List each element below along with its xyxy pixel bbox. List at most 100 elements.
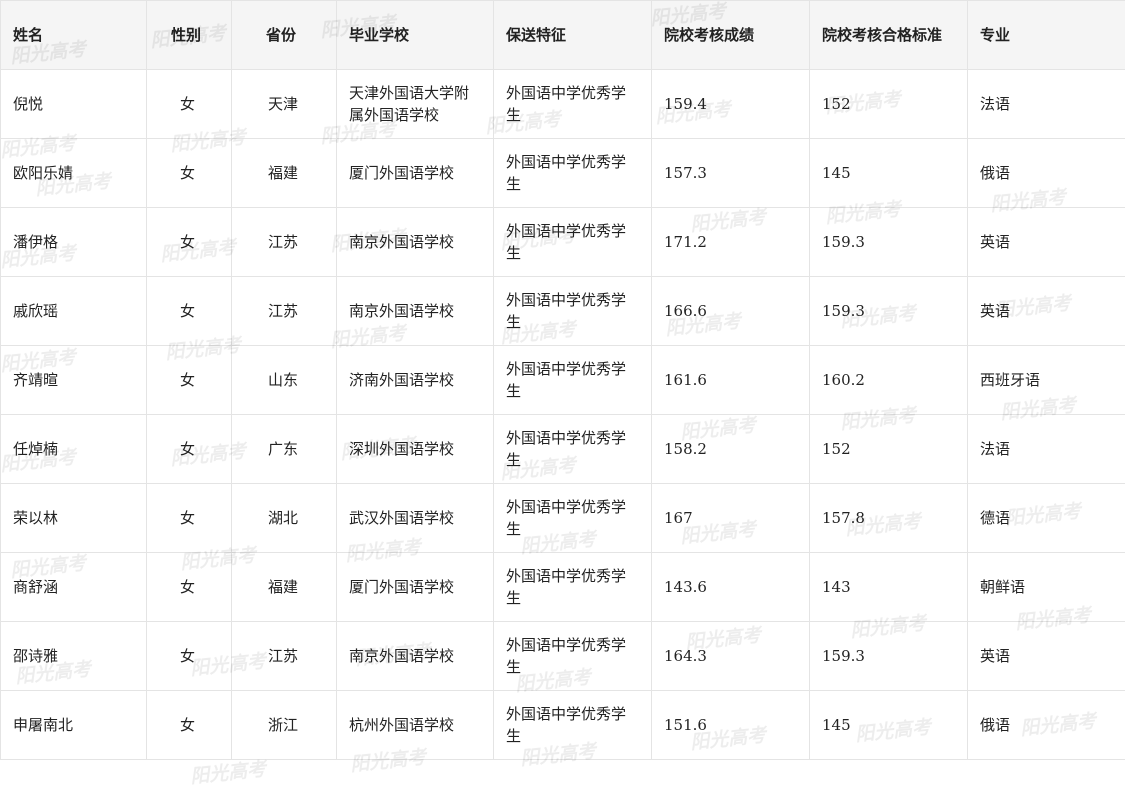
feature-cell: 外国语中学优秀学生: [494, 415, 652, 484]
gender-cell: 女: [147, 346, 232, 415]
feature-cell: 外国语中学优秀学生: [494, 622, 652, 691]
header-gender: 性别: [147, 1, 232, 70]
score-cell: 159.4: [652, 70, 810, 139]
table-row: 荣以林女湖北武汉外国语学校外国语中学优秀学生167157.8德语: [1, 484, 1125, 553]
name-cell: 欧阳乐婧: [1, 139, 147, 208]
table-row: 欧阳乐婧女福建厦门外国语学校外国语中学优秀学生157.3145俄语: [1, 139, 1125, 208]
table-row: 邵诗雅女江苏南京外国语学校外国语中学优秀学生164.3159.3英语: [1, 622, 1125, 691]
feature-cell: 外国语中学优秀学生: [494, 691, 652, 760]
name-cell: 荣以林: [1, 484, 147, 553]
school-cell: 杭州外国语学校: [337, 691, 494, 760]
score-cell: 158.2: [652, 415, 810, 484]
standard-cell: 160.2: [810, 346, 968, 415]
major-cell: 西班牙语: [968, 346, 1125, 415]
province-cell: 山东: [232, 346, 337, 415]
table-row: 倪悦女天津天津外国语大学附属外国语学校外国语中学优秀学生159.4152法语: [1, 70, 1125, 139]
name-cell: 戚欣瑶: [1, 277, 147, 346]
major-cell: 德语: [968, 484, 1125, 553]
score-cell: 143.6: [652, 553, 810, 622]
score-cell: 161.6: [652, 346, 810, 415]
score-cell: 171.2: [652, 208, 810, 277]
table-row: 任焯楠女广东深圳外国语学校外国语中学优秀学生158.2152法语: [1, 415, 1125, 484]
table-row: 齐靖暄女山东济南外国语学校外国语中学优秀学生161.6160.2西班牙语: [1, 346, 1125, 415]
gender-cell: 女: [147, 691, 232, 760]
score-cell: 167: [652, 484, 810, 553]
score-cell: 151.6: [652, 691, 810, 760]
school-cell: 武汉外国语学校: [337, 484, 494, 553]
score-cell: 166.6: [652, 277, 810, 346]
name-cell: 任焯楠: [1, 415, 147, 484]
feature-cell: 外国语中学优秀学生: [494, 208, 652, 277]
header-name: 姓名: [1, 1, 147, 70]
province-cell: 广东: [232, 415, 337, 484]
major-cell: 俄语: [968, 139, 1125, 208]
name-cell: 潘伊格: [1, 208, 147, 277]
table-row: 商舒涵女福建厦门外国语学校外国语中学优秀学生143.6143朝鲜语: [1, 553, 1125, 622]
score-cell: 164.3: [652, 622, 810, 691]
admission-table: 姓名 性别 省份 毕业学校 保送特征 院校考核成绩 院校考核合格标准 专业 倪悦…: [0, 0, 1125, 760]
header-major: 专业: [968, 1, 1125, 70]
province-cell: 江苏: [232, 277, 337, 346]
score-cell: 157.3: [652, 139, 810, 208]
standard-cell: 145: [810, 139, 968, 208]
standard-cell: 159.3: [810, 277, 968, 346]
header-school: 毕业学校: [337, 1, 494, 70]
gender-cell: 女: [147, 622, 232, 691]
header-province: 省份: [232, 1, 337, 70]
gender-cell: 女: [147, 208, 232, 277]
name-cell: 商舒涵: [1, 553, 147, 622]
province-cell: 福建: [232, 553, 337, 622]
feature-cell: 外国语中学优秀学生: [494, 484, 652, 553]
major-cell: 英语: [968, 208, 1125, 277]
header-standard: 院校考核合格标准: [810, 1, 968, 70]
major-cell: 朝鲜语: [968, 553, 1125, 622]
feature-cell: 外国语中学优秀学生: [494, 553, 652, 622]
school-cell: 天津外国语大学附属外国语学校: [337, 70, 494, 139]
table-row: 潘伊格女江苏南京外国语学校外国语中学优秀学生171.2159.3英语: [1, 208, 1125, 277]
name-cell: 倪悦: [1, 70, 147, 139]
gender-cell: 女: [147, 553, 232, 622]
province-cell: 天津: [232, 70, 337, 139]
name-cell: 齐靖暄: [1, 346, 147, 415]
school-cell: 南京外国语学校: [337, 277, 494, 346]
school-cell: 厦门外国语学校: [337, 139, 494, 208]
gender-cell: 女: [147, 484, 232, 553]
province-cell: 江苏: [232, 208, 337, 277]
major-cell: 法语: [968, 415, 1125, 484]
feature-cell: 外国语中学优秀学生: [494, 70, 652, 139]
gender-cell: 女: [147, 415, 232, 484]
school-cell: 南京外国语学校: [337, 622, 494, 691]
feature-cell: 外国语中学优秀学生: [494, 277, 652, 346]
standard-cell: 152: [810, 70, 968, 139]
header-score: 院校考核成绩: [652, 1, 810, 70]
gender-cell: 女: [147, 139, 232, 208]
province-cell: 湖北: [232, 484, 337, 553]
major-cell: 英语: [968, 622, 1125, 691]
table-row: 戚欣瑶女江苏南京外国语学校外国语中学优秀学生166.6159.3英语: [1, 277, 1125, 346]
feature-cell: 外国语中学优秀学生: [494, 346, 652, 415]
province-cell: 江苏: [232, 622, 337, 691]
gender-cell: 女: [147, 70, 232, 139]
school-cell: 厦门外国语学校: [337, 553, 494, 622]
header-feature: 保送特征: [494, 1, 652, 70]
province-cell: 浙江: [232, 691, 337, 760]
standard-cell: 152: [810, 415, 968, 484]
school-cell: 南京外国语学校: [337, 208, 494, 277]
standard-cell: 145: [810, 691, 968, 760]
major-cell: 英语: [968, 277, 1125, 346]
name-cell: 邵诗雅: [1, 622, 147, 691]
major-cell: 法语: [968, 70, 1125, 139]
feature-cell: 外国语中学优秀学生: [494, 139, 652, 208]
standard-cell: 159.3: [810, 208, 968, 277]
school-cell: 济南外国语学校: [337, 346, 494, 415]
table-row: 申屠南北女浙江杭州外国语学校外国语中学优秀学生151.6145俄语: [1, 691, 1125, 760]
standard-cell: 143: [810, 553, 968, 622]
header-row: 姓名 性别 省份 毕业学校 保送特征 院校考核成绩 院校考核合格标准 专业: [1, 1, 1125, 70]
name-cell: 申屠南北: [1, 691, 147, 760]
school-cell: 深圳外国语学校: [337, 415, 494, 484]
standard-cell: 157.8: [810, 484, 968, 553]
gender-cell: 女: [147, 277, 232, 346]
major-cell: 俄语: [968, 691, 1125, 760]
standard-cell: 159.3: [810, 622, 968, 691]
province-cell: 福建: [232, 139, 337, 208]
